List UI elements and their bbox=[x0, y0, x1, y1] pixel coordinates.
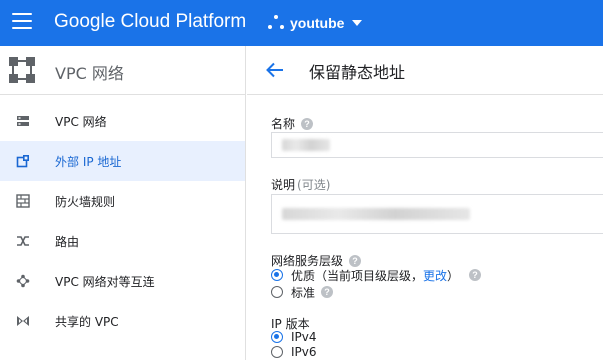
help-icon[interactable]: ? bbox=[349, 254, 362, 267]
sidebar-item-shared-vpc[interactable]: 共享的 VPC bbox=[0, 301, 245, 341]
tier-option-standard[interactable]: 标准 ? bbox=[271, 284, 334, 300]
name-label-text: 名称 bbox=[271, 117, 296, 131]
back-arrow-icon[interactable] bbox=[265, 61, 285, 79]
description-input[interactable] bbox=[271, 194, 603, 234]
ip-option-label: IPv4 bbox=[291, 330, 317, 344]
vpc-logo-icon bbox=[9, 57, 35, 83]
change-tier-link[interactable]: 更改 bbox=[423, 269, 447, 283]
project-picker[interactable]: youtube bbox=[268, 12, 363, 34]
hamburger-menu-icon[interactable] bbox=[12, 13, 32, 31]
tier-option-label: 优质（当前项目级层级，更改） bbox=[291, 268, 460, 283]
routes-icon bbox=[17, 236, 29, 246]
blurred-description-value bbox=[282, 208, 470, 220]
sidebar-item-firewall[interactable]: 防火墙规则 bbox=[0, 181, 245, 221]
main-header: 保留静态地址 bbox=[247, 46, 603, 95]
sidebar-item-label: VPC 网络对等互连 bbox=[55, 275, 155, 289]
help-icon[interactable]: ? bbox=[321, 286, 334, 298]
ip-option-ipv4[interactable]: IPv4 bbox=[271, 329, 317, 345]
sidebar-item-label: VPC 网络 bbox=[55, 115, 107, 129]
sidebar-item-label: 防火墙规则 bbox=[55, 195, 116, 209]
radio-button[interactable] bbox=[271, 346, 283, 358]
sidebar-item-routes[interactable]: 路由 bbox=[0, 221, 245, 261]
name-input[interactable] bbox=[271, 132, 603, 158]
tier-option-premium[interactable]: 优质（当前项目级层级，更改） ? bbox=[271, 267, 482, 283]
sidebar-item-label: 外部 IP 地址 bbox=[55, 155, 122, 169]
help-icon[interactable]: ? bbox=[301, 117, 314, 130]
sidebar-title: VPC 网络 bbox=[55, 64, 124, 83]
ip-option-label: IPv6 bbox=[291, 345, 317, 359]
sidebar-header: VPC 网络 bbox=[0, 46, 246, 95]
shared-vpc-icon bbox=[17, 316, 29, 326]
blurred-name-value bbox=[282, 139, 330, 151]
radio-button[interactable] bbox=[271, 286, 283, 298]
project-name: youtube bbox=[290, 15, 345, 31]
name-field-label: 名称 ? bbox=[271, 115, 314, 132]
ip-option-ipv6[interactable]: IPv6 bbox=[271, 344, 317, 360]
top-bar: Google Cloud Platform youtube bbox=[0, 0, 603, 46]
project-icon bbox=[268, 15, 284, 31]
sidebar-item-peering[interactable]: VPC 网络对等互连 bbox=[0, 261, 245, 301]
sidebar-nav: VPC 网络 外部 IP 地址 防火墙规则 路由 VPC 网络对等互连 共享的 … bbox=[0, 101, 245, 341]
main-content: 保留静态地址 名称 ? 说明 (可选) 网络服务层级 ? 优质（当前项目级层级，… bbox=[247, 46, 603, 360]
description-label-text: 说明 bbox=[271, 178, 296, 192]
chevron-down-icon bbox=[352, 20, 363, 26]
sidebar-item-label: 路由 bbox=[55, 235, 80, 249]
firewall-icon bbox=[16, 194, 30, 208]
vpc-network-icon bbox=[17, 116, 29, 126]
external-ip-icon bbox=[16, 155, 29, 168]
optional-hint: (可选) bbox=[297, 178, 331, 192]
app-title[interactable]: Google Cloud Platform bbox=[54, 11, 246, 33]
tier-option-label: 标准 bbox=[291, 285, 316, 300]
radio-button-checked[interactable] bbox=[271, 269, 283, 281]
sidebar-item-external-ip[interactable]: 外部 IP 地址 bbox=[0, 141, 245, 181]
description-field-label: 说明 (可选) bbox=[271, 176, 330, 193]
radio-button-checked[interactable] bbox=[271, 331, 283, 343]
sidebar-item-vpc-network[interactable]: VPC 网络 bbox=[0, 101, 245, 141]
help-icon[interactable]: ? bbox=[469, 269, 482, 281]
sidebar-item-label: 共享的 VPC bbox=[55, 315, 119, 329]
sidebar: VPC 网络 VPC 网络 外部 IP 地址 防火墙规则 路由 VPC 网络对等… bbox=[0, 46, 246, 360]
page-title: 保留静态地址 bbox=[309, 63, 406, 82]
peering-icon bbox=[16, 274, 30, 288]
